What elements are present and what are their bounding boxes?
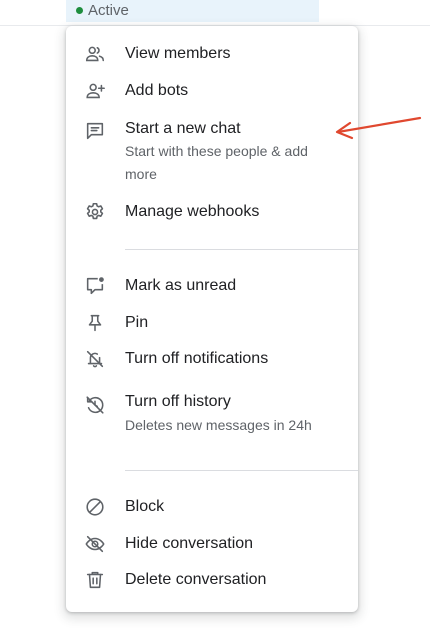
menu-item-description: Start with these people & add more — [125, 143, 308, 182]
gear-icon — [84, 201, 106, 223]
menu-item-label: Hide conversation — [125, 535, 254, 552]
menu-item-label: Manage webhooks — [125, 203, 260, 220]
status-indicator: Active — [76, 0, 129, 20]
status-label: Active — [88, 1, 129, 19]
menu-item-turn-off-notifications[interactable]: Turn off notifications — [66, 347, 358, 371]
history-off-icon — [84, 394, 106, 416]
menu-item-label: Start a new chat — [125, 120, 241, 137]
menu-item-view-members[interactable]: View members — [66, 42, 358, 66]
menu-divider — [125, 470, 358, 471]
menu-item-mark-as-unread[interactable]: Mark as unread — [66, 274, 358, 298]
menu-item-add-bots[interactable]: Add bots — [66, 79, 358, 103]
eye-off-icon — [84, 533, 106, 555]
menu-item-hide-conversation[interactable]: Hide conversation — [66, 532, 358, 556]
person-add-icon — [84, 80, 106, 102]
people-icon — [84, 43, 106, 65]
menu-item-manage-webhooks[interactable]: Manage webhooks — [66, 200, 358, 224]
menu-item-label: Pin — [125, 314, 149, 331]
menu-item-block[interactable]: Block — [66, 495, 358, 519]
menu-item-label: Block — [125, 498, 165, 515]
status-dot — [76, 6, 83, 14]
menu-item-label: Turn off history — [125, 393, 231, 410]
menu-item-description: Deletes new messages in 24h — [125, 417, 312, 433]
block-icon — [84, 496, 106, 518]
menu-item-delete-conversation[interactable]: Delete conversation — [66, 568, 358, 592]
mark-unread-icon — [84, 275, 106, 297]
trash-icon — [84, 569, 106, 591]
menu-item-label: Delete conversation — [125, 571, 267, 588]
menu-item-label: Turn off notifications — [125, 350, 269, 367]
conversation-menu: View members Add bots Start a new chat S… — [66, 26, 358, 612]
pin-icon — [84, 312, 106, 334]
menu-item-start-new-chat[interactable]: Start a new chat Start with these people… — [66, 116, 358, 186]
menu-item-turn-off-history[interactable]: Turn off history Deletes new messages in… — [66, 390, 358, 440]
menu-item-label: Add bots — [125, 82, 189, 99]
menu-item-pin[interactable]: Pin — [66, 311, 358, 335]
chat-icon — [84, 120, 106, 142]
annotation-arrow — [335, 116, 422, 140]
menu-divider — [125, 249, 358, 250]
menu-item-label: View members — [125, 45, 231, 62]
menu-item-label: Mark as unread — [125, 277, 237, 294]
bell-off-icon — [84, 348, 106, 370]
